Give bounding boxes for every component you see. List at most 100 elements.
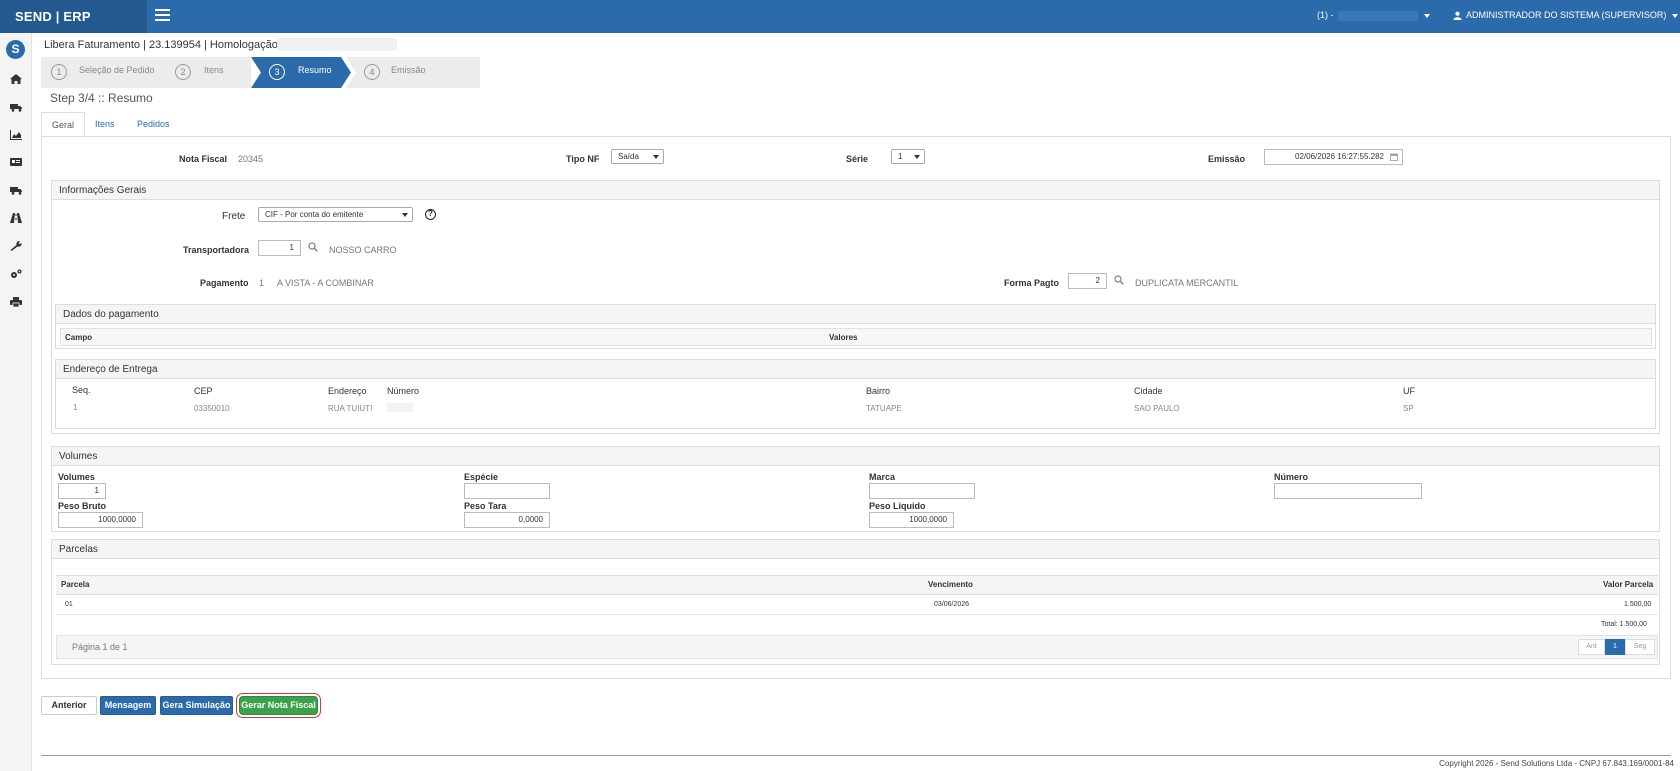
card-icon[interactable] — [10, 157, 22, 167]
forma-pagto-code-field[interactable]: 2 — [1068, 273, 1107, 289]
peso-bruto-field[interactable]: 1000,0000 — [58, 512, 143, 528]
row-seq: 1 — [73, 403, 78, 412]
mensagem-button[interactable]: Mensagem — [100, 696, 156, 715]
panel-endereco-entrega: Endereço de Entrega — [55, 359, 1656, 429]
pagamento-label: Pagamento — [200, 278, 249, 288]
especie-field[interactable] — [464, 483, 550, 499]
user-menu[interactable]: ADMINISTRADOR DO SISTEMA (SUPERVISOR) — [1453, 10, 1679, 21]
step-number: 1 — [51, 64, 67, 80]
company-selector[interactable]: (1) - — [1317, 10, 1430, 21]
chevron-down-icon — [1423, 13, 1430, 18]
brand-logo[interactable]: SEND | ERP — [0, 0, 147, 33]
col-cep: CEP — [194, 386, 213, 396]
wizard-step-emissao[interactable]: 4 Emissão — [356, 57, 480, 88]
peso-tara-field[interactable]: 0,0000 — [464, 512, 550, 528]
wizard-step-resumo[interactable]: 3 Resumo — [256, 57, 341, 88]
numero-label: Número — [1274, 472, 1309, 482]
transportadora-code-field[interactable]: 1 — [258, 240, 301, 256]
app-logo[interactable]: S — [6, 40, 25, 59]
row-valor: 1.500,00 — [1624, 601, 1652, 608]
search-icon[interactable] — [308, 242, 318, 252]
footer-copyright: Copyright 2026 - Send Solutions Ltda - C… — [1439, 759, 1674, 768]
volumes-field[interactable]: 1 — [58, 483, 106, 499]
top-navbar: SEND | ERP (1) - ADMINISTRADOR DO SISTEM… — [0, 0, 1680, 33]
tipo-nf-label: Tipo NF — [566, 154, 600, 164]
especie-label: Espécie — [464, 472, 499, 482]
numero-field[interactable] — [1274, 483, 1422, 499]
serie-value: 1 — [898, 152, 903, 161]
row-numero-redacted — [387, 403, 413, 412]
company-name-redacted — [1337, 10, 1418, 21]
page-prev-button[interactable]: Ant — [1578, 639, 1605, 655]
table-row[interactable] — [56, 595, 1658, 615]
truck-icon[interactable] — [10, 185, 22, 195]
parcelas-table-header — [56, 575, 1658, 595]
row-vencimento: 03/06/2026 — [934, 601, 970, 608]
row-bairro: TATUAPE — [866, 404, 902, 413]
page-1-button[interactable]: 1 — [1605, 639, 1625, 655]
transportadora-name: NOSSO CARRO — [329, 245, 397, 255]
frete-label: Frete — [222, 211, 246, 222]
tipo-nf-select[interactable]: Saída — [611, 149, 664, 164]
chevron-down-icon — [914, 155, 920, 159]
pagamento-desc: A VISTA - A COMBINAR — [277, 278, 374, 288]
gera-simulacao-button[interactable]: Gera Simulação — [160, 696, 233, 715]
col-numero: Número — [387, 386, 420, 396]
step-number: 3 — [269, 64, 285, 80]
chart-icon[interactable] — [10, 130, 22, 140]
calendar-icon[interactable] — [1390, 153, 1398, 161]
col-seq: Seq. — [72, 385, 91, 395]
wrench-icon[interactable] — [10, 241, 22, 251]
marca-label: Marca — [869, 472, 896, 482]
peso-bruto-label: Peso Bruto — [58, 501, 107, 511]
road-icon[interactable] — [10, 213, 22, 223]
user-icon — [1453, 11, 1462, 21]
step-label: Itens — [204, 65, 224, 75]
serie-label: Série — [846, 154, 869, 164]
row-cidade: SAO PAULO — [1134, 404, 1180, 413]
tab-geral[interactable]: Geral — [41, 112, 86, 137]
step-number: 2 — [175, 64, 191, 80]
menu-toggle-icon[interactable] — [155, 9, 170, 22]
panel-title: Informações Gerais — [52, 181, 1659, 200]
nota-fiscal-label: Nota Fiscal — [179, 154, 228, 164]
truck-icon[interactable] — [10, 102, 22, 112]
marca-field[interactable] — [869, 483, 975, 499]
frete-select[interactable]: CIF - Por conta do emitente — [258, 207, 413, 222]
wizard-step-selecao[interactable]: 1 Seleção de Pedido — [41, 57, 181, 88]
gerar-nota-fiscal-button[interactable]: Gerar Nota Fiscal — [239, 696, 318, 715]
panel-title: Dados do pagamento — [56, 305, 1655, 324]
anterior-button[interactable]: Anterior — [41, 696, 97, 715]
home-icon[interactable] — [10, 74, 22, 84]
step-title: Step 3/4 :: Resumo — [50, 91, 153, 105]
step-number: 4 — [364, 64, 380, 80]
forma-pagto-label: Forma Pagto — [1004, 278, 1060, 288]
wizard-step-itens[interactable]: 2 Itens — [175, 57, 251, 88]
pagamento-code: 1 — [259, 278, 265, 288]
print-icon[interactable] — [10, 297, 22, 307]
col-parcela: Parcela — [61, 580, 90, 589]
col-valores: Valores — [829, 333, 858, 342]
peso-tara-label: Peso Tara — [464, 501, 507, 511]
search-icon[interactable] — [1114, 275, 1124, 285]
tab-pedidos[interactable]: Pedidos — [127, 112, 180, 137]
col-cidade: Cidade — [1134, 386, 1163, 396]
emissao-datetime-field[interactable]: 02/06/2026 16:27:55.282 — [1264, 149, 1403, 165]
peso-liquido-field[interactable]: 1000,0000 — [869, 512, 954, 528]
chevron-down-icon — [1672, 13, 1679, 18]
sidebar: S — [0, 33, 32, 771]
serie-select[interactable]: 1 — [891, 149, 925, 164]
title-redacted — [277, 38, 397, 51]
parcelas-total: Total: 1.500,00 — [1601, 621, 1647, 628]
help-icon[interactable]: ? — [425, 209, 436, 220]
col-endereco: Endereço — [328, 386, 367, 396]
tab-itens[interactable]: Itens — [85, 112, 125, 137]
row-cep: 03350010 — [194, 404, 230, 413]
col-campo: Campo — [65, 333, 93, 342]
panel-title: Volumes — [52, 447, 1659, 466]
page-next-button[interactable]: Seg — [1625, 639, 1655, 655]
step-label: Seleção de Pedido — [79, 65, 155, 75]
volumes-label: Volumes — [58, 472, 95, 482]
gears-icon[interactable] — [10, 269, 22, 279]
peso-liquido-label: Peso Liquido — [869, 501, 926, 511]
